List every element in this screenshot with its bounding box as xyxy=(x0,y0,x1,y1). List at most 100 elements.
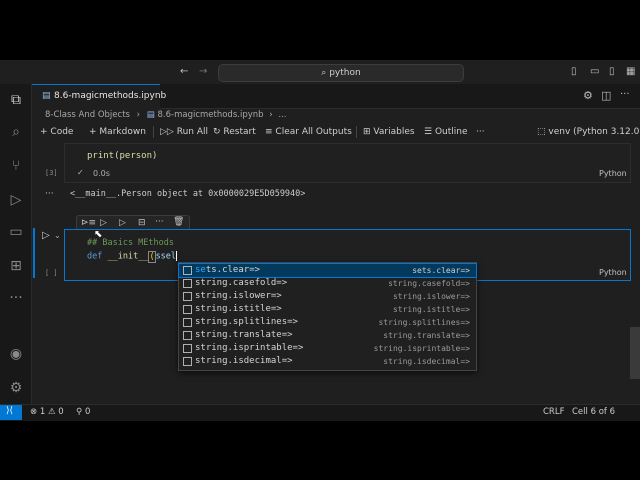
toggle-secondary-sidebar-icon[interactable]: ▯ xyxy=(609,66,615,78)
suggestion-detail: string.translate=> xyxy=(383,331,470,340)
run-all-button[interactable]: ▷▷ Run All xyxy=(160,126,208,138)
text-cursor xyxy=(176,251,178,261)
suggestion-label: string.istitle=> xyxy=(195,304,282,314)
ports-count: 0 xyxy=(84,407,91,417)
toggle-panel-icon[interactable]: ▭ xyxy=(590,66,599,78)
chevron-down-icon[interactable]: ⌄ xyxy=(54,231,61,240)
ports-icon: ⚲ xyxy=(76,407,83,417)
nav-back-icon[interactable]: ← xyxy=(180,66,188,78)
breadcrumb-more[interactable]: ... xyxy=(278,110,286,120)
output-more-icon[interactable]: ··· xyxy=(45,189,54,199)
editor-tab[interactable]: ▤ 8.6-magicmethods.ipynb xyxy=(32,84,166,109)
suggestion-label: string.casefold=> xyxy=(195,278,288,288)
cell-language[interactable]: Python xyxy=(599,169,627,178)
split-editor-icon[interactable]: ◫ xyxy=(601,89,611,102)
cell-code-line: print(person) xyxy=(87,151,158,161)
problems-indicator[interactable]: ⊗ 1 ⚠ 0 xyxy=(30,407,64,417)
execute-cell-icon[interactable]: ▷ xyxy=(119,218,126,228)
snippet-icon xyxy=(183,344,192,353)
more-cell-actions-icon[interactable]: ··· xyxy=(155,217,164,227)
account-icon[interactable]: ◉ xyxy=(6,344,26,364)
restart-button[interactable]: ↻ Restart xyxy=(213,126,256,138)
settings-gear-icon[interactable]: ⚙ xyxy=(6,378,26,398)
tab-bar xyxy=(160,84,640,109)
add-markdown-cell-button[interactable]: + Markdown xyxy=(89,126,146,138)
suggestion-label: string.islower=> xyxy=(195,291,282,301)
toolbar-more-button[interactable]: ··· xyxy=(476,126,485,138)
snippet-icon xyxy=(183,318,192,327)
run-below-icon[interactable]: ▷ xyxy=(100,218,107,228)
nav-forward-icon[interactable]: → xyxy=(199,66,207,78)
suggestion-item[interactable]: string.translate=> string.translate=> xyxy=(179,329,476,342)
run-cell-icon[interactable]: ▷ xyxy=(42,230,50,241)
breadcrumb: 8-Class And Objects › ▤ 8.6-magicmethods… xyxy=(45,110,286,120)
suggestion-item[interactable]: string.islower=> string.islower=> xyxy=(179,290,476,303)
outline-icon: ☰ xyxy=(424,127,433,137)
outline-button[interactable]: ☰ Outline xyxy=(424,126,468,138)
suggestion-label: sets.clear=> xyxy=(195,265,261,275)
variables-icon: ⊞ xyxy=(363,127,371,137)
snippet-icon xyxy=(183,357,192,366)
delete-cell-icon[interactable]: 🗑 xyxy=(173,217,184,227)
suggestion-item[interactable]: string.istitle=> string.istitle=> xyxy=(179,303,476,316)
warning-count: 0 xyxy=(58,407,64,417)
suggestion-label: string.isdecimal=> xyxy=(195,356,293,366)
snippet-icon xyxy=(183,331,192,340)
code-cell-editor[interactable]: print(person) ✓ 0.0s Python xyxy=(64,143,631,183)
snippet-icon xyxy=(183,292,192,301)
extensions-icon[interactable]: ⊞ xyxy=(6,256,26,276)
variables-button[interactable]: ⊞ Variables xyxy=(363,126,415,138)
execution-count: [3] xyxy=(45,169,58,177)
toggle-sidebar-icon[interactable]: ▯ xyxy=(571,66,577,78)
notebook-file-icon: ▤ xyxy=(42,91,51,101)
more-views-icon[interactable]: ··· xyxy=(6,288,26,308)
suggestion-item[interactable]: string.isdecimal=> string.isdecimal=> xyxy=(179,355,476,368)
explorer-icon[interactable]: ⧉ xyxy=(6,90,26,110)
run-all-icon: ▷▷ xyxy=(160,127,174,137)
mouse-cursor-icon: ⬉ xyxy=(94,229,103,240)
clear-all-label: Clear All Outputs xyxy=(275,127,352,137)
source-control-icon[interactable]: ⑂ xyxy=(6,156,26,176)
suggestion-label: string.splitlines=> xyxy=(195,317,298,327)
suggestion-detail: string.islower=> xyxy=(392,292,470,301)
line-ending[interactable]: CRLF xyxy=(543,407,564,417)
suggestion-item[interactable]: string.isprintable=> string.isprintable=… xyxy=(179,342,476,355)
ports-indicator[interactable]: ⚲ 0 xyxy=(76,407,90,417)
search-text: python xyxy=(329,68,361,78)
command-center-search[interactable]: ⌕ python xyxy=(218,64,464,82)
suggestion-detail: sets.clear=> xyxy=(412,266,470,275)
activity-bar: ⧉ ⌕ ⑂ ▷ ▭ ⊞ ··· ◉ ⚙ xyxy=(0,84,32,404)
variables-label: Variables xyxy=(373,127,415,137)
cell-language[interactable]: Python xyxy=(599,268,627,277)
cell-position[interactable]: Cell 6 of 6 xyxy=(572,407,615,417)
suggestion-detail: string.isdecimal=> xyxy=(383,357,470,366)
outline-label: Outline xyxy=(434,127,468,137)
breadcrumb-file[interactable]: 8.6-magicmethods.ipynb xyxy=(158,110,264,120)
split-cell-icon[interactable]: ⊟ xyxy=(138,218,146,228)
breadcrumb-folder[interactable]: 8-Class And Objects xyxy=(45,110,130,120)
suggestion-detail: string.casefold=> xyxy=(388,279,470,288)
settings-icon[interactable]: ⚙ xyxy=(583,89,593,102)
add-markdown-label: Markdown xyxy=(99,127,146,137)
remote-indicator[interactable]: ⟩⟨ xyxy=(0,405,22,420)
keyword-def: def xyxy=(87,251,103,262)
suggestion-detail: string.splitlines=> xyxy=(378,318,470,327)
run-debug-icon[interactable]: ▷ xyxy=(6,190,26,210)
search-view-icon[interactable]: ⌕ xyxy=(6,122,26,142)
kernel-picker[interactable]: ⬚ venv (Python 3.12.0) xyxy=(537,126,640,138)
active-cell-indicator xyxy=(33,228,35,278)
more-actions-icon[interactable]: ··· xyxy=(620,89,630,100)
remote-explorer-icon[interactable]: ▭ xyxy=(6,222,26,242)
suggestion-item[interactable]: sets.clear=> sets.clear=> xyxy=(178,263,477,278)
cell-output: <__main__.Person object at 0x0000029E5D0… xyxy=(70,189,306,199)
customize-layout-icon[interactable]: ▦ xyxy=(626,66,635,78)
scrollbar-thumb[interactable] xyxy=(630,327,640,379)
open-paren: ( xyxy=(148,250,156,263)
error-count: 1 xyxy=(39,407,46,417)
clear-all-outputs-button[interactable]: ≡ Clear All Outputs xyxy=(265,126,352,138)
run-above-icon[interactable]: ⊳≡ xyxy=(81,218,96,228)
suggestion-item[interactable]: string.casefold=> string.casefold=> xyxy=(179,277,476,290)
suggestion-item[interactable]: string.splitlines=> string.splitlines=> xyxy=(179,316,476,329)
typed-text: ssel xyxy=(155,251,177,262)
add-code-cell-button[interactable]: + Code xyxy=(40,126,73,138)
